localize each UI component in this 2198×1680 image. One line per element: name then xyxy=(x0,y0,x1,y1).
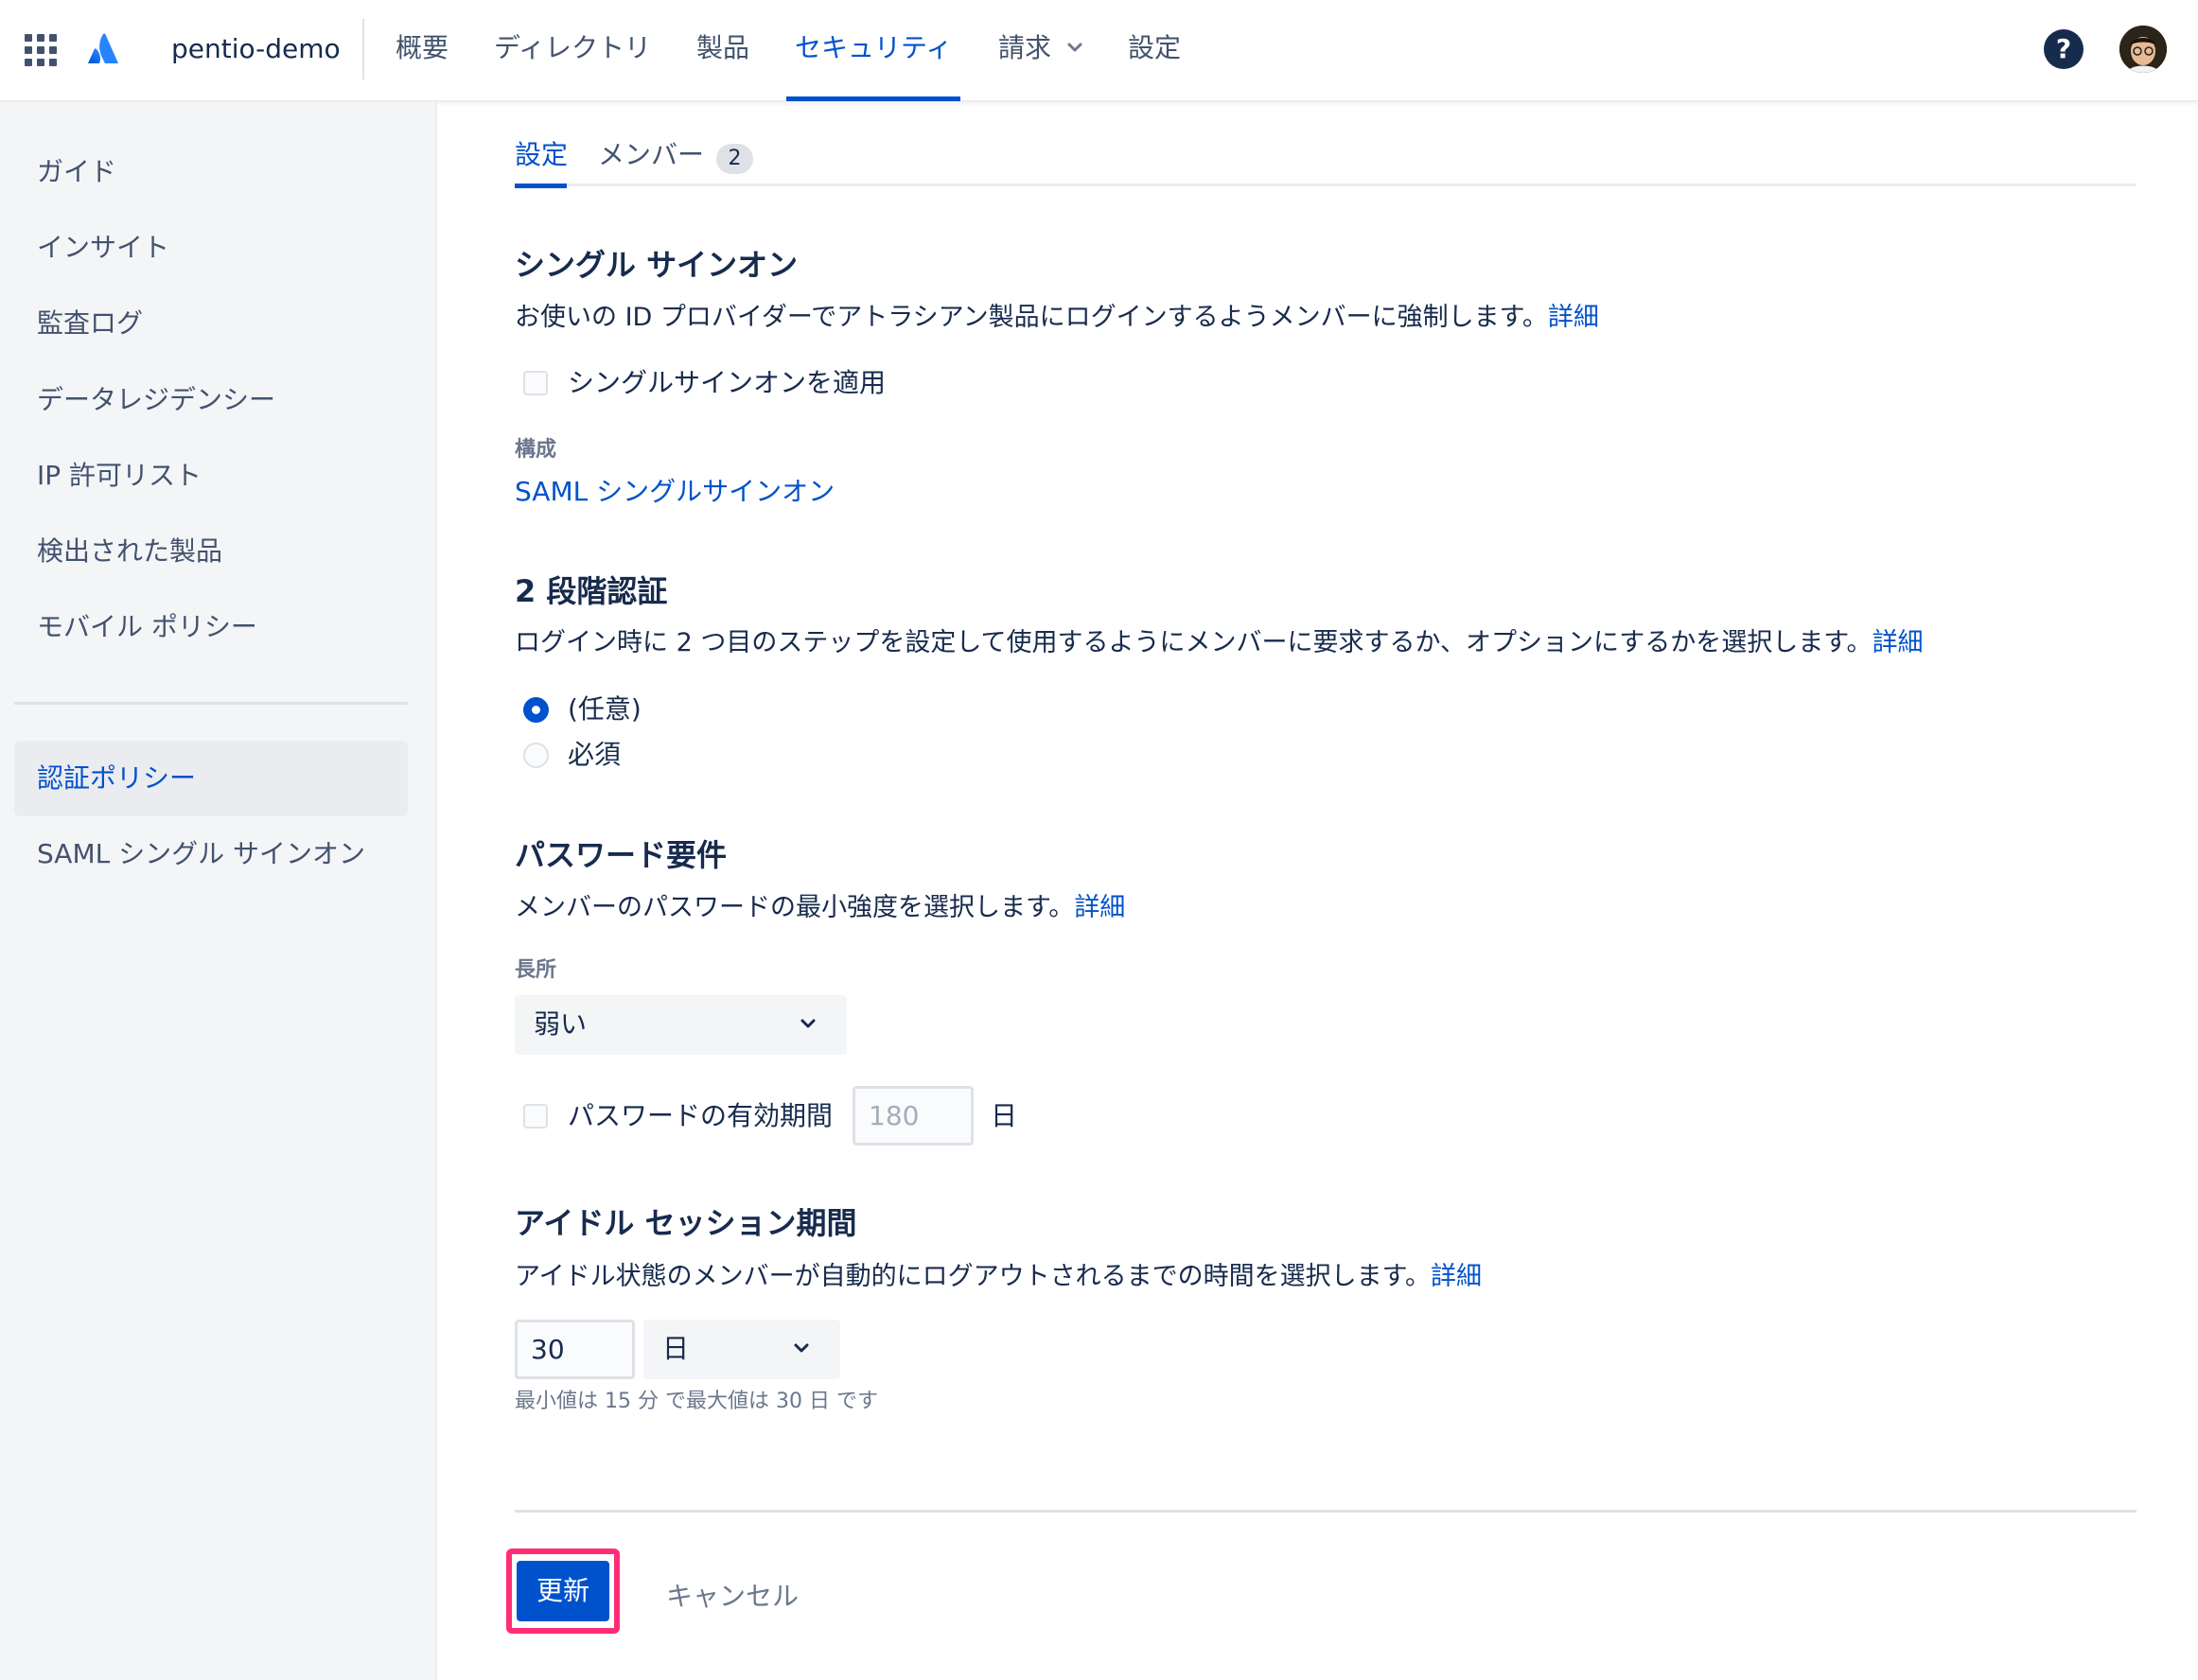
sidebar-item-mobile-policy[interactable]: モバイル ポリシー xyxy=(14,589,408,665)
sidebar-item-data-residency[interactable]: データレジデンシー xyxy=(14,362,408,438)
idle-unit-select[interactable]: 日 xyxy=(643,1320,840,1379)
two-step-required-radio[interactable] xyxy=(523,743,549,768)
enforce-sso-checkbox[interactable] xyxy=(523,371,548,395)
active-nav-indicator xyxy=(786,96,960,101)
enforce-sso-label[interactable]: シングルサインオンを適用 xyxy=(568,364,886,402)
password-description-text: メンバーのパスワードの最小強度を選択します。 xyxy=(515,893,1075,922)
tab-settings[interactable]: 設定 xyxy=(515,136,568,174)
sidebar-item-auth-policies[interactable]: 認証ポリシー xyxy=(14,741,408,816)
sidebar-item-discovered-products[interactable]: 検出された製品 xyxy=(14,514,408,589)
org-name[interactable]: pentio-demo xyxy=(171,30,341,68)
password-strength-label: 長所 xyxy=(515,958,557,982)
tabs-divider xyxy=(515,184,2136,186)
app-switcher-icon[interactable] xyxy=(25,34,57,66)
two-step-description: ログイン時に 2 つ目のステップを設定して使用するようにメンバーに要求するか、オ… xyxy=(515,624,1924,662)
idle-duration-field[interactable] xyxy=(518,1322,632,1376)
sso-learn-more-link[interactable]: 詳細 xyxy=(1548,303,1599,332)
sso-description: お使いの ID プロバイダーでアトラシアン製品にログインするようメンバーに強制し… xyxy=(515,299,1599,337)
saml-sso-link[interactable]: SAML シングルサインオン xyxy=(515,473,835,511)
password-expiry-days-field[interactable] xyxy=(855,1089,971,1143)
password-title: パスワード要件 xyxy=(515,837,728,873)
idle-session-learn-more-link[interactable]: 詳細 xyxy=(1431,1262,1482,1291)
avatar[interactable] xyxy=(2119,26,2167,73)
password-expiry-checkbox[interactable] xyxy=(523,1104,548,1129)
two-step-description-text: ログイン時に 2 つ目のステップを設定して使用するようにメンバーに要求するか、オ… xyxy=(515,628,1873,657)
tab-members[interactable]: メンバー xyxy=(598,136,704,174)
idle-session-description-text: アイドル状態のメンバーが自動的にログアウトされるまでの時間を選択します。 xyxy=(515,1262,1431,1291)
sidebar-item-insights[interactable]: インサイト xyxy=(14,210,408,286)
sidebar-item-saml-sso[interactable]: SAML シングル サインオン xyxy=(14,816,408,892)
idle-session-title: アイドル セッション期間 xyxy=(515,1205,857,1241)
idle-duration-hint: 最小値は 15 分 で最大値は 30 日 です xyxy=(515,1390,878,1413)
sidebar-divider xyxy=(14,702,408,705)
active-tab-indicator xyxy=(515,184,567,188)
help-icon[interactable]: ? xyxy=(2044,29,2084,69)
sso-description-text: お使いの ID プロバイダーでアトラシアン製品にログインするようメンバーに強制し… xyxy=(515,303,1548,332)
password-description: メンバーのパスワードの最小強度を選択します。詳細 xyxy=(515,889,1125,927)
nav-products[interactable]: 製品 xyxy=(696,28,749,68)
password-strength-value: 弱い xyxy=(534,1008,588,1040)
two-step-learn-more-link[interactable]: 詳細 xyxy=(1873,628,1924,657)
sso-title: シングル サインオン xyxy=(515,247,799,283)
idle-unit-value: 日 xyxy=(662,1333,690,1364)
atlassian-logo-icon[interactable] xyxy=(85,30,123,68)
password-expiry-days-input[interactable] xyxy=(853,1086,974,1146)
nav-billing[interactable]: 請求 xyxy=(998,28,1051,68)
two-step-required-label[interactable]: 必須 xyxy=(568,736,621,774)
nav-overview[interactable]: 概要 xyxy=(396,28,448,68)
nav-security[interactable]: セキュリティ xyxy=(795,28,952,68)
password-expiry-label[interactable]: パスワードの有効期間 xyxy=(568,1097,833,1135)
idle-duration-input[interactable] xyxy=(515,1320,635,1379)
sidebar-item-guide[interactable]: ガイド xyxy=(14,134,408,210)
members-count-badge: 2 xyxy=(716,144,753,174)
password-strength-select[interactable]: 弱い xyxy=(515,995,847,1055)
two-step-optional-label[interactable]: (任意) xyxy=(568,691,642,728)
update-button-highlight: 更新 xyxy=(506,1549,620,1634)
nav-settings[interactable]: 設定 xyxy=(1128,28,1181,68)
sidebar-item-ip-allowlist[interactable]: IP 許可リスト xyxy=(14,438,408,514)
update-button[interactable]: 更新 xyxy=(517,1561,609,1621)
password-expiry-unit: 日 xyxy=(991,1100,1018,1131)
cancel-button[interactable]: キャンセル xyxy=(666,1568,799,1625)
two-step-optional-radio[interactable] xyxy=(523,697,549,723)
nav-divider xyxy=(362,19,364,79)
password-learn-more-link[interactable]: 詳細 xyxy=(1074,893,1125,922)
nav-directory[interactable]: ディレクトリ xyxy=(494,28,651,68)
two-step-title: 2 段階認証 xyxy=(515,573,668,609)
footer-divider xyxy=(515,1510,2136,1513)
sidebar-item-audit-log[interactable]: 監査ログ xyxy=(14,286,408,361)
chevron-down-icon xyxy=(792,1340,811,1359)
top-navigation: pentio-demo 概要 ディレクトリ 製品 セキュリティ 請求 設定 ? xyxy=(0,0,2198,102)
sidebar: ガイド インサイト 監査ログ データレジデンシー IP 許可リスト 検出された製… xyxy=(0,102,437,1680)
idle-session-description: アイドル状態のメンバーが自動的にログアウトされるまでの時間を選択します。詳細 xyxy=(515,1258,1482,1296)
chevron-down-icon xyxy=(799,1016,818,1035)
sso-config-label: 構成 xyxy=(515,438,557,462)
chevron-down-icon[interactable] xyxy=(1066,40,1083,58)
